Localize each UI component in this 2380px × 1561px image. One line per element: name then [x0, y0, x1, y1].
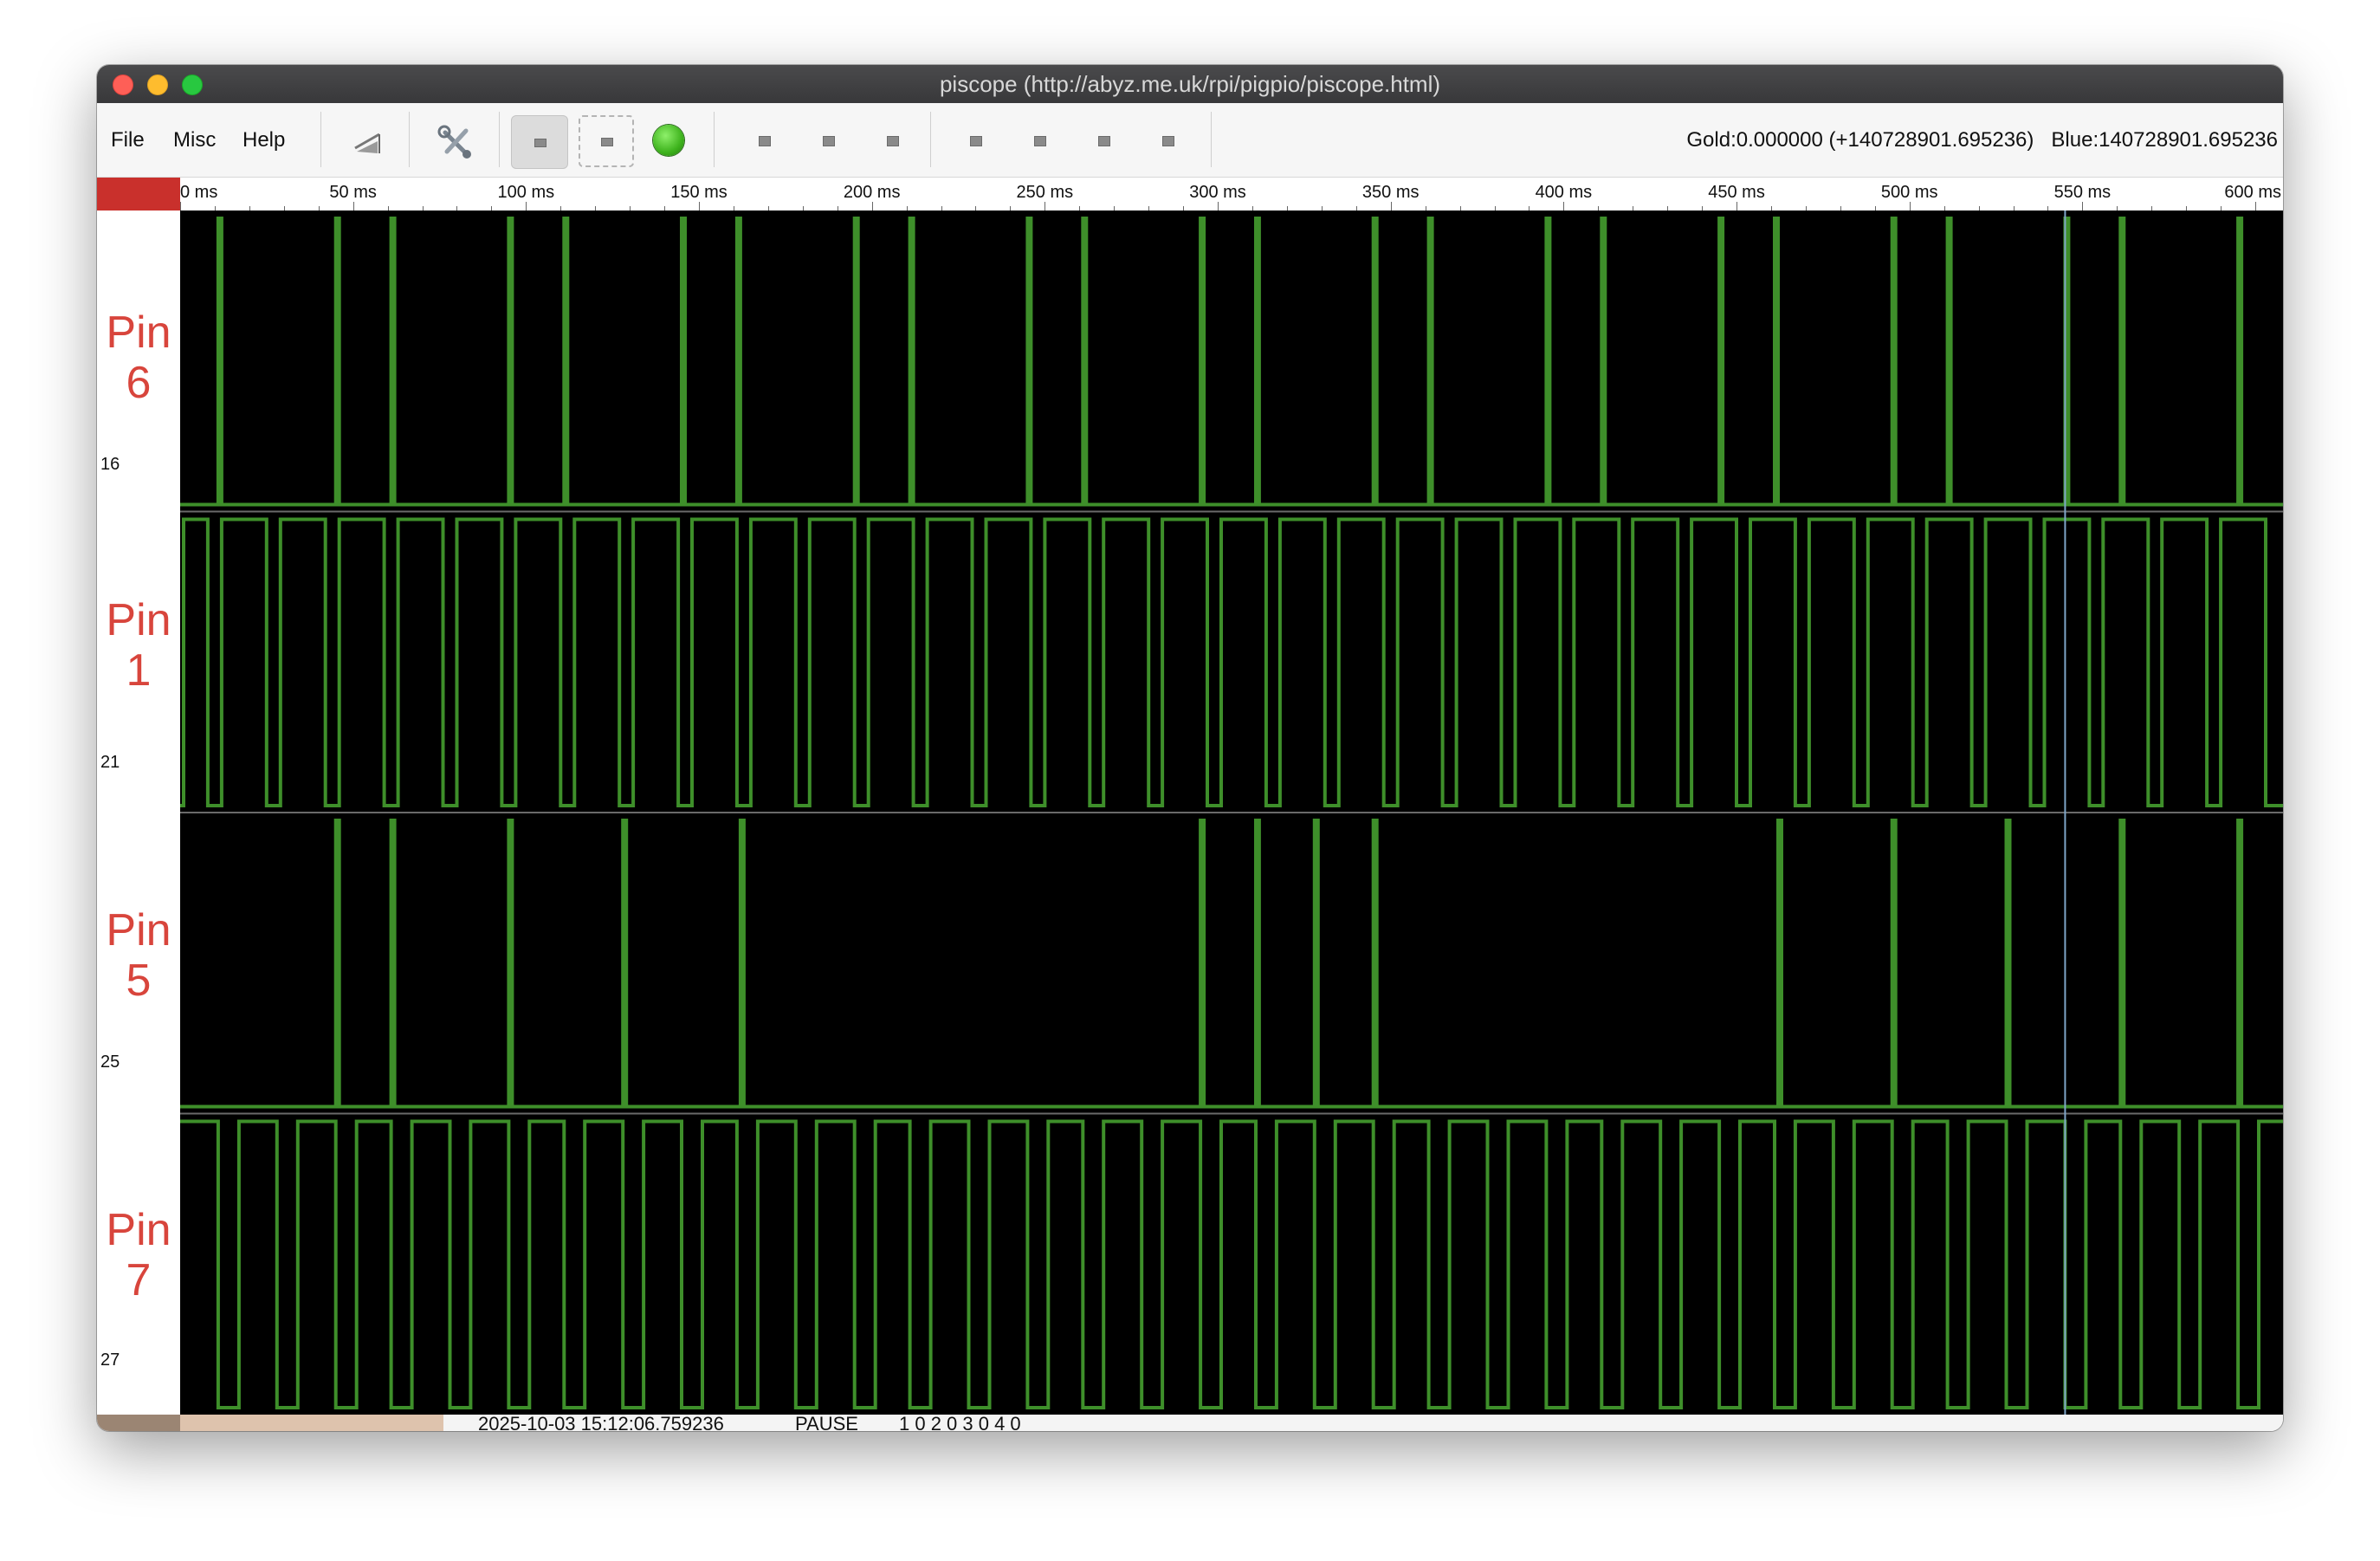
- ruler-tick-mark: [180, 202, 181, 211]
- square-icon: [601, 138, 613, 146]
- toolbar-separator: [714, 112, 715, 167]
- menu-misc[interactable]: Misc: [173, 103, 216, 177]
- view-button-3[interactable]: [887, 136, 899, 146]
- scope-display[interactable]: [180, 211, 2283, 1415]
- buffer-progress: [180, 1415, 443, 1431]
- channel-label: Pin 5: [97, 905, 180, 1006]
- toolbar-separator: [499, 112, 500, 167]
- window-title: piscope (http://abyz.me.uk/rpi/pigpio/pi…: [939, 71, 1441, 97]
- menu-file[interactable]: File: [111, 103, 145, 177]
- gpio-number: 25: [100, 1053, 120, 1072]
- channel-label: Pin 1: [97, 595, 180, 696]
- status-mode: PAUSE: [795, 1413, 858, 1431]
- ruler-tick-mark: [871, 202, 873, 211]
- title-bar: piscope (http://abyz.me.uk/rpi/pigpio/pi…: [97, 65, 2283, 104]
- gpio-number: 16: [100, 455, 120, 474]
- ruler-tick-label: 200 ms: [843, 183, 901, 202]
- green-led-icon[interactable]: [653, 125, 684, 156]
- ruler-tick-label: 150 ms: [670, 183, 728, 202]
- status-counters: 1 0 2 0 3 0 4 0: [899, 1413, 1021, 1431]
- toolbar-separator: [1211, 112, 1212, 167]
- zoom-button-1[interactable]: [970, 136, 982, 146]
- ruler-tick-label: 300 ms: [1189, 183, 1246, 202]
- toolbar-separator: [930, 112, 931, 167]
- channel-name: Pin 6: [106, 308, 171, 408]
- menu-help[interactable]: Help: [243, 103, 285, 177]
- square-icon: [534, 139, 546, 147]
- channel-name: Pin 5: [106, 905, 171, 1006]
- view-button-1[interactable]: [759, 136, 771, 146]
- ruler-tick-label: 450 ms: [1708, 183, 1765, 202]
- gold-cursor-readout: Gold:0.000000 (+140728901.695236): [1686, 128, 2034, 152]
- ruler-tick-mark: [1390, 202, 1392, 211]
- ruler-tick-mark: [1736, 202, 1738, 211]
- trigger-button[interactable]: [341, 115, 397, 167]
- ruler-tick-label: 100 ms: [497, 183, 555, 202]
- ruler-tick-mark: [1563, 202, 1565, 211]
- toolbar-separator: [320, 112, 321, 167]
- ruler-tick-label: 250 ms: [1016, 183, 1074, 202]
- cursor-readout: Gold:0.000000 (+140728901.695236) Blue:1…: [1686, 103, 2278, 177]
- channel-label: Pin 6: [97, 308, 180, 408]
- zoom-button-2[interactable]: [1034, 136, 1046, 146]
- ruler-tick-label: 550 ms: [2053, 183, 2112, 202]
- ruler-tick-label: 350 ms: [1361, 183, 1420, 202]
- play-mode-button[interactable]: [579, 115, 634, 167]
- blue-cursor-readout: Blue:140728901.695236: [2051, 128, 2278, 152]
- ruler-tick-mark: [1909, 202, 1911, 211]
- settings-button[interactable]: [428, 115, 483, 167]
- channel-name: Pin 1: [106, 595, 171, 696]
- time-ruler[interactable]: 0 ms 50 ms 100 ms 150 ms 200 ms 250 ms 300 ms 3…: [180, 178, 2283, 211]
- channel-label: Pin 7: [97, 1205, 180, 1305]
- live-mode-button[interactable]: [511, 115, 568, 169]
- ruler-tick-mark: [526, 202, 527, 211]
- channel-labels: Pin 6 16 Pin 1 21 Pin 5 25 Pin 7 27: [97, 178, 180, 1415]
- channel-name: Pin 7: [106, 1205, 171, 1305]
- gpio-number: 21: [100, 753, 120, 772]
- ruler-tick-mark: [1218, 202, 1219, 211]
- piscope-window: piscope (http://abyz.me.uk/rpi/pigpio/pi…: [97, 65, 2283, 1431]
- view-button-2[interactable]: [823, 136, 835, 146]
- ruler-tick-mark: [1044, 202, 1046, 211]
- status-left-block: [97, 1415, 180, 1431]
- ruler-tick-label: 400 ms: [1535, 183, 1593, 202]
- gpio-number: 27: [100, 1350, 120, 1370]
- ruler-tick-mark: [2082, 202, 2084, 211]
- status-bar: 2025-10-03 15:12:06.759236 PAUSE 1 0 2 0…: [97, 1413, 2283, 1431]
- toolbar-separator: [409, 112, 410, 167]
- ruler-tick-label: 0 ms: [180, 183, 218, 202]
- status-timestamp: 2025-10-03 15:12:06.759236: [478, 1413, 724, 1431]
- ruler-tick-label: 600 ms: [2224, 183, 2281, 202]
- tools-icon: [437, 125, 471, 159]
- ruler-tick-mark: [699, 202, 700, 211]
- ruler-tick-label: 500 ms: [1880, 183, 1938, 202]
- ruler-tick-label: 50 ms: [329, 183, 377, 202]
- toolbar: File Misc Help Gold:0.000000 (+140728901…: [97, 103, 2283, 178]
- zoom-button-3[interactable]: [1098, 136, 1110, 146]
- zoom-button-4[interactable]: [1162, 136, 1174, 146]
- ruler-tick-mark: [2255, 202, 2257, 211]
- ruler-tick-mark: [352, 202, 354, 211]
- trigger-icon: [354, 133, 380, 153]
- trigger-marker: [97, 178, 180, 211]
